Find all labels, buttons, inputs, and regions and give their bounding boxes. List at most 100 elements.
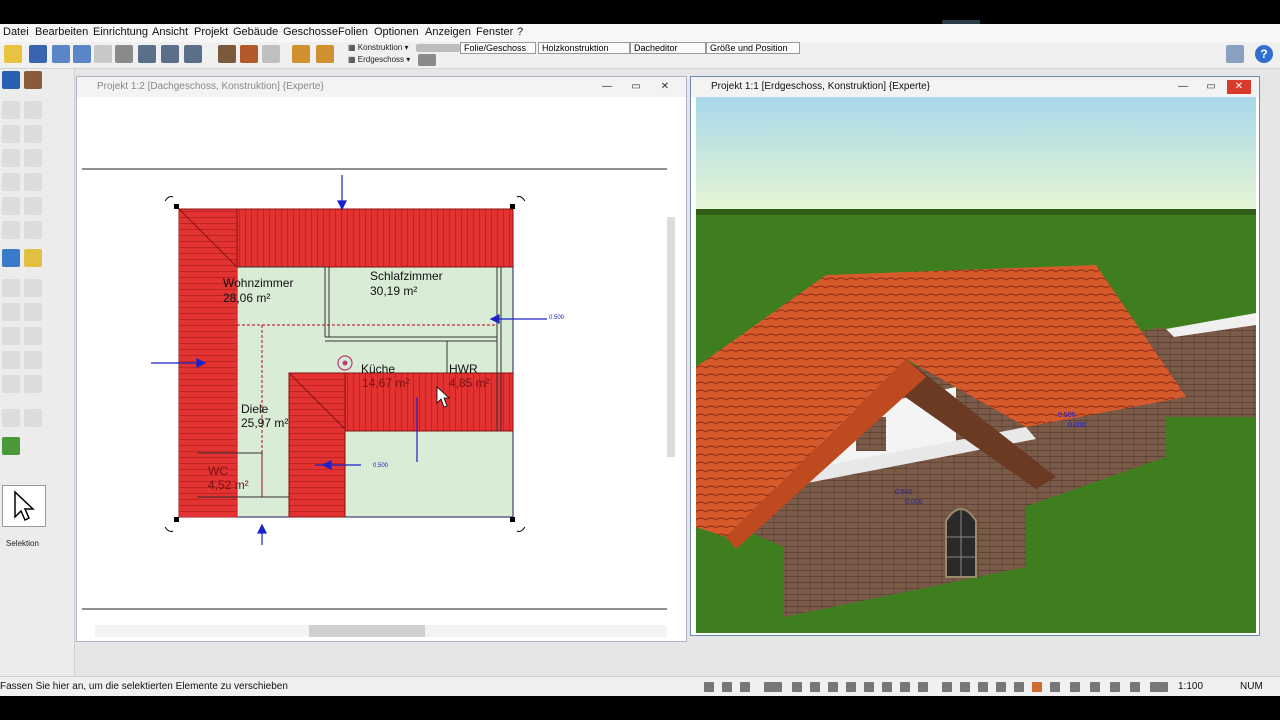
room-tool-icon[interactable] xyxy=(2,173,20,191)
minimize-button[interactable]: — xyxy=(595,80,619,94)
stair-tool-icon[interactable] xyxy=(2,149,20,167)
house-icon[interactable] xyxy=(240,45,258,63)
move-icon[interactable] xyxy=(292,45,310,63)
vertical-scrollbar[interactable] xyxy=(667,217,675,457)
terrain-tool-icon[interactable] xyxy=(2,327,20,345)
menu-folien[interactable]: Folien xyxy=(338,26,368,38)
erdgeschoss-dropdown[interactable]: ▦ Erdgeschoss ▾ xyxy=(348,55,410,64)
redo-icon[interactable] xyxy=(73,45,91,63)
horizontal-scrollbar-thumb[interactable] xyxy=(309,625,425,637)
status-icon-16[interactable] xyxy=(996,682,1006,692)
slider-icon[interactable] xyxy=(416,44,460,52)
measure-icon[interactable] xyxy=(316,45,334,63)
dimension-tool-icon[interactable] xyxy=(2,279,20,297)
print-icon[interactable] xyxy=(115,45,133,63)
status-icon-1[interactable] xyxy=(704,682,714,692)
plant-tool-icon[interactable] xyxy=(24,327,42,345)
status-icon-7[interactable] xyxy=(828,682,838,692)
menu-anzeigen[interactable]: Anzeigen xyxy=(425,26,471,38)
3d-viewport[interactable]: 0.500 0.000 0.500 0.000 xyxy=(696,97,1256,633)
floorplan-canvas[interactable]: Wohnzimmer 28,06 m² Schlafzimmer 30,19 m… xyxy=(77,97,686,641)
group-tool-icon[interactable] xyxy=(2,409,20,427)
status-icon-10[interactable] xyxy=(882,682,892,692)
status-icon-5[interactable] xyxy=(792,682,802,692)
status-icon-17[interactable] xyxy=(1014,682,1024,692)
slab-tool-icon[interactable] xyxy=(24,197,42,215)
help-icon[interactable]: ? xyxy=(1255,45,1273,63)
status-icon-20[interactable] xyxy=(1070,682,1080,692)
status-icon-8[interactable] xyxy=(846,682,856,692)
zoom-icon[interactable] xyxy=(184,45,202,63)
tab-groesse-position[interactable]: Größe und Position xyxy=(706,42,800,54)
menu-bearbeiten[interactable]: Bearbeiten xyxy=(35,26,88,38)
menu-einrichtung[interactable]: Einrichtung xyxy=(93,26,148,38)
view-icon[interactable] xyxy=(161,45,179,63)
status-grid-icon[interactable] xyxy=(722,682,732,692)
maximize-button-3d[interactable]: ▭ xyxy=(1199,80,1223,94)
menu-datei[interactable]: Datei xyxy=(3,26,29,38)
area-tool-icon[interactable] xyxy=(24,303,42,321)
status-icon-11[interactable] xyxy=(900,682,910,692)
tab-dacheditor[interactable]: Dacheditor xyxy=(630,42,706,54)
column-tool-icon[interactable] xyxy=(24,125,42,143)
menu-geschosse[interactable]: Geschosse xyxy=(283,26,338,38)
hand-tool-icon[interactable] xyxy=(24,71,42,89)
light-tool-icon[interactable] xyxy=(24,249,42,267)
text-tool-icon[interactable] xyxy=(24,279,42,297)
roof-tool-icon[interactable] xyxy=(24,149,42,167)
menu-optionen[interactable]: Optionen xyxy=(374,26,419,38)
status-icon-21[interactable] xyxy=(1090,682,1100,692)
tool-icon[interactable] xyxy=(262,45,280,63)
render-tool-icon[interactable] xyxy=(24,375,42,393)
pointer-tool-icon[interactable] xyxy=(2,71,20,89)
landscape-tool-icon[interactable] xyxy=(2,437,20,455)
status-icon-24[interactable] xyxy=(1150,682,1168,692)
wall-icon[interactable] xyxy=(218,45,236,63)
status-icon-9[interactable] xyxy=(864,682,874,692)
view-tool-icon[interactable] xyxy=(24,351,42,369)
layer-tool-icon[interactable] xyxy=(24,409,42,427)
close-button[interactable]: ✕ xyxy=(653,80,677,94)
menu-ansicht[interactable]: Ansicht xyxy=(152,26,188,38)
menu-help[interactable]: ? xyxy=(517,26,523,38)
opening-tool-icon[interactable] xyxy=(24,221,42,239)
floor-tool-icon[interactable] xyxy=(2,197,20,215)
door-tool-icon[interactable] xyxy=(2,125,20,143)
status-icon-14[interactable] xyxy=(960,682,970,692)
undo-icon[interactable] xyxy=(52,45,70,63)
scale-display[interactable]: 1:100 xyxy=(1178,681,1203,692)
konstruktion-dropdown[interactable]: ▦ Konstruktion ▾ xyxy=(348,43,409,52)
book-icon[interactable] xyxy=(1226,45,1244,63)
export-icon[interactable] xyxy=(138,45,156,63)
open-folder-icon[interactable] xyxy=(4,45,22,63)
section-tool-icon[interactable] xyxy=(2,351,20,369)
status-icon-13[interactable] xyxy=(942,682,952,692)
minimize-button-3d[interactable]: — xyxy=(1171,80,1195,94)
camera-tool-icon[interactable] xyxy=(2,375,20,393)
status-icon-22[interactable] xyxy=(1110,682,1120,692)
status-icon-15[interactable] xyxy=(978,682,988,692)
close-button-3d[interactable]: ✕ xyxy=(1227,80,1251,94)
tab-folie-geschoss[interactable]: Folie/Geschoss xyxy=(460,42,536,54)
menu-fenster[interactable]: Fenster xyxy=(476,26,513,38)
menu-projekt[interactable]: Projekt xyxy=(194,26,228,38)
menu-gebaeude[interactable]: Gebäude xyxy=(233,26,278,38)
status-icon-4[interactable] xyxy=(764,682,782,692)
status-icon-19[interactable] xyxy=(1050,682,1060,692)
status-icon-3[interactable] xyxy=(740,682,750,692)
status-icon-23[interactable] xyxy=(1130,682,1140,692)
ceiling-tool-icon[interactable] xyxy=(24,173,42,191)
status-icon-18[interactable] xyxy=(1032,682,1042,692)
refresh-icon[interactable] xyxy=(94,45,112,63)
window-tool-icon[interactable] xyxy=(24,101,42,119)
save-icon[interactable] xyxy=(29,45,47,63)
status-icon-12[interactable] xyxy=(918,682,928,692)
object-tool-icon[interactable] xyxy=(2,249,20,267)
status-icon-6[interactable] xyxy=(810,682,820,692)
selection-tool-button[interactable] xyxy=(2,485,46,527)
beam-tool-icon[interactable] xyxy=(2,221,20,239)
wall-tool-icon[interactable] xyxy=(2,101,20,119)
maximize-button[interactable]: ▭ xyxy=(624,80,648,94)
tab-holzkonstruktion[interactable]: Holzkonstruktion xyxy=(538,42,630,54)
line-tool-icon[interactable] xyxy=(2,303,20,321)
